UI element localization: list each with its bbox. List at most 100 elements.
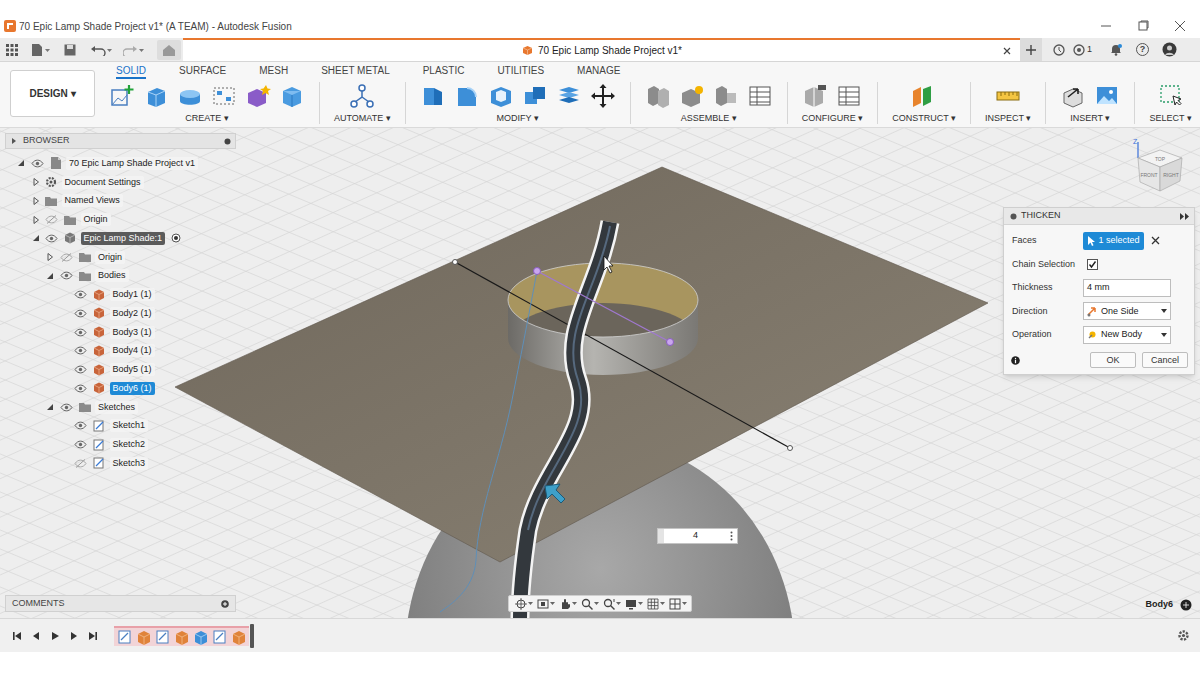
collapsed-arrow-icon[interactable] [31,177,41,187]
collapse-icon[interactable] [10,137,18,145]
timeline-settings-gear-icon[interactable] [1176,629,1190,643]
browser-item-label[interactable]: Bodies [95,269,129,282]
zoom-icon[interactable] [579,597,599,611]
eye-icon[interactable] [73,308,89,318]
previous-step-icon[interactable] [26,630,45,642]
panel-pin-icon[interactable] [223,137,231,145]
toolbar-group-label[interactable]: CONFIGURE ▾ [802,112,864,126]
browser-item[interactable]: Sketch3 [5,454,236,473]
dimension-input[interactable]: 4 [657,528,738,544]
browser-item-label[interactable]: Origin [81,213,111,226]
joint-icon[interactable] [645,83,671,109]
dimension-value[interactable]: 4 [664,529,727,543]
add-comment-icon[interactable] [220,599,229,608]
undo-icon[interactable] [89,43,115,57]
dropdown[interactable]: New Body [1083,326,1171,344]
close-tab-icon[interactable] [1002,46,1012,56]
extrude-feature-icon[interactable] [230,629,247,645]
file-menu-icon[interactable] [29,43,53,57]
help-icon[interactable]: ? [1136,43,1149,56]
dropdown-value[interactable]: New Body [1101,328,1157,342]
toolbar-group-label[interactable]: INSERT ▾ [1070,112,1110,126]
view-cube-label[interactable]: Z [1133,138,1138,145]
browser-item-label[interactable]: 70 Epic Lamp Shade Project v1 [66,157,198,170]
toolbar-group-label[interactable]: CREATE ▾ [185,112,228,126]
split-icon[interactable] [556,83,582,109]
toolbar-tab[interactable]: SOLID [116,62,146,79]
view-cube-label[interactable]: FRONT [1140,172,1157,178]
browser-item[interactable]: 70 Epic Lamp Shade Project v1 [5,154,236,173]
browser-item-label[interactable]: Document Settings [62,176,144,189]
comments-bar[interactable]: COMMENTS [5,595,236,612]
browser-item-label[interactable]: Body5 (1) [110,363,155,376]
eye-icon[interactable] [73,327,89,337]
eye-icon[interactable] [73,440,89,450]
toolbar-group-label[interactable]: AUTOMATE ▾ [334,112,391,126]
browser-item[interactable]: Epic Lamp Shade:1 [5,229,236,248]
shell-icon[interactable] [488,83,514,109]
new-tab-icon[interactable] [1020,38,1042,61]
eye-icon[interactable] [44,233,60,243]
eye-hidden-icon[interactable] [73,458,89,468]
first-step-icon[interactable] [7,630,26,642]
tree-toggle[interactable] [60,440,70,450]
dropdown-caret-icon[interactable] [1160,332,1167,338]
document-tab[interactable]: 70 Epic Lamp Shade Project v1* [183,38,1020,61]
browser-item-label[interactable]: Epic Lamp Shade:1 [81,232,166,245]
toolbar-tab[interactable]: SHEET METAL [321,62,390,79]
ruler-icon[interactable] [995,83,1021,109]
sketch-icon[interactable] [109,83,135,109]
browser-item-label[interactable]: Body2 (1) [110,307,155,320]
surface-feature-icon[interactable] [192,629,209,645]
extrude-feature-icon[interactable] [135,629,152,645]
move-icon[interactable] [590,83,616,109]
apps-grid-icon[interactable] [5,43,19,57]
browser-item[interactable]: Origin [5,248,236,267]
browser-item-label[interactable]: Sketch3 [110,457,149,470]
select-icon[interactable] [1158,83,1184,109]
data-panel-icon[interactable] [1045,43,1072,57]
cancel-button[interactable]: Cancel [1142,352,1188,368]
browser-item[interactable]: Body2 (1) [5,304,236,323]
sketch-feature-icon[interactable] [154,629,171,645]
tree-toggle[interactable] [60,346,70,356]
active-radio-icon[interactable] [170,232,182,244]
browser-item[interactable]: Body6 (1) [5,379,236,398]
fillet-icon[interactable] [454,83,480,109]
eye-icon[interactable] [58,271,74,281]
form-icon[interactable] [245,83,271,109]
expanded-arrow-icon[interactable] [31,233,41,243]
eye-hidden-icon[interactable] [58,252,74,262]
eye-icon[interactable] [73,421,89,431]
grid-settings-icon[interactable] [645,597,665,611]
toolbar-group-label[interactable]: INSPECT ▾ [985,112,1031,126]
look-at-icon[interactable] [535,597,555,611]
workspace-label[interactable]: DESIGN ▾ [29,86,75,101]
browser-item[interactable]: Body5 (1) [5,360,236,379]
tree-toggle[interactable] [60,383,70,393]
toolbar-group-label[interactable]: CONSTRUCT ▾ [892,112,956,126]
more-options-icon[interactable] [727,531,735,541]
browser-item-label[interactable]: Body3 (1) [110,326,155,339]
display-settings-icon[interactable] [623,597,643,611]
component-icon[interactable] [679,83,705,109]
job-status-icon[interactable] [1072,43,1085,56]
browser-item[interactable]: Bodies [5,267,236,286]
eye-icon[interactable] [58,402,74,412]
job-status[interactable]: 1 [1072,43,1102,57]
browser-item-label[interactable]: Sketches [95,401,138,414]
browser-item[interactable]: Named Views [5,192,236,211]
plane-icon[interactable] [911,83,937,109]
expanded-arrow-icon[interactable] [16,158,26,168]
browser-item[interactable]: Body1 (1) [5,285,236,304]
table-icon[interactable] [747,83,773,109]
eye-icon[interactable] [73,383,89,393]
extrude-icon[interactable] [143,83,169,109]
browser-item[interactable]: Sketch1 [5,417,236,436]
dropdown[interactable]: One Side [1083,302,1171,320]
collapsed-arrow-icon[interactable] [45,252,55,262]
info-icon[interactable] [1010,355,1020,365]
tree-toggle[interactable] [60,290,70,300]
thickness-value[interactable]: 4 mm [1087,281,1110,295]
notifications-icon[interactable] [1102,43,1129,57]
